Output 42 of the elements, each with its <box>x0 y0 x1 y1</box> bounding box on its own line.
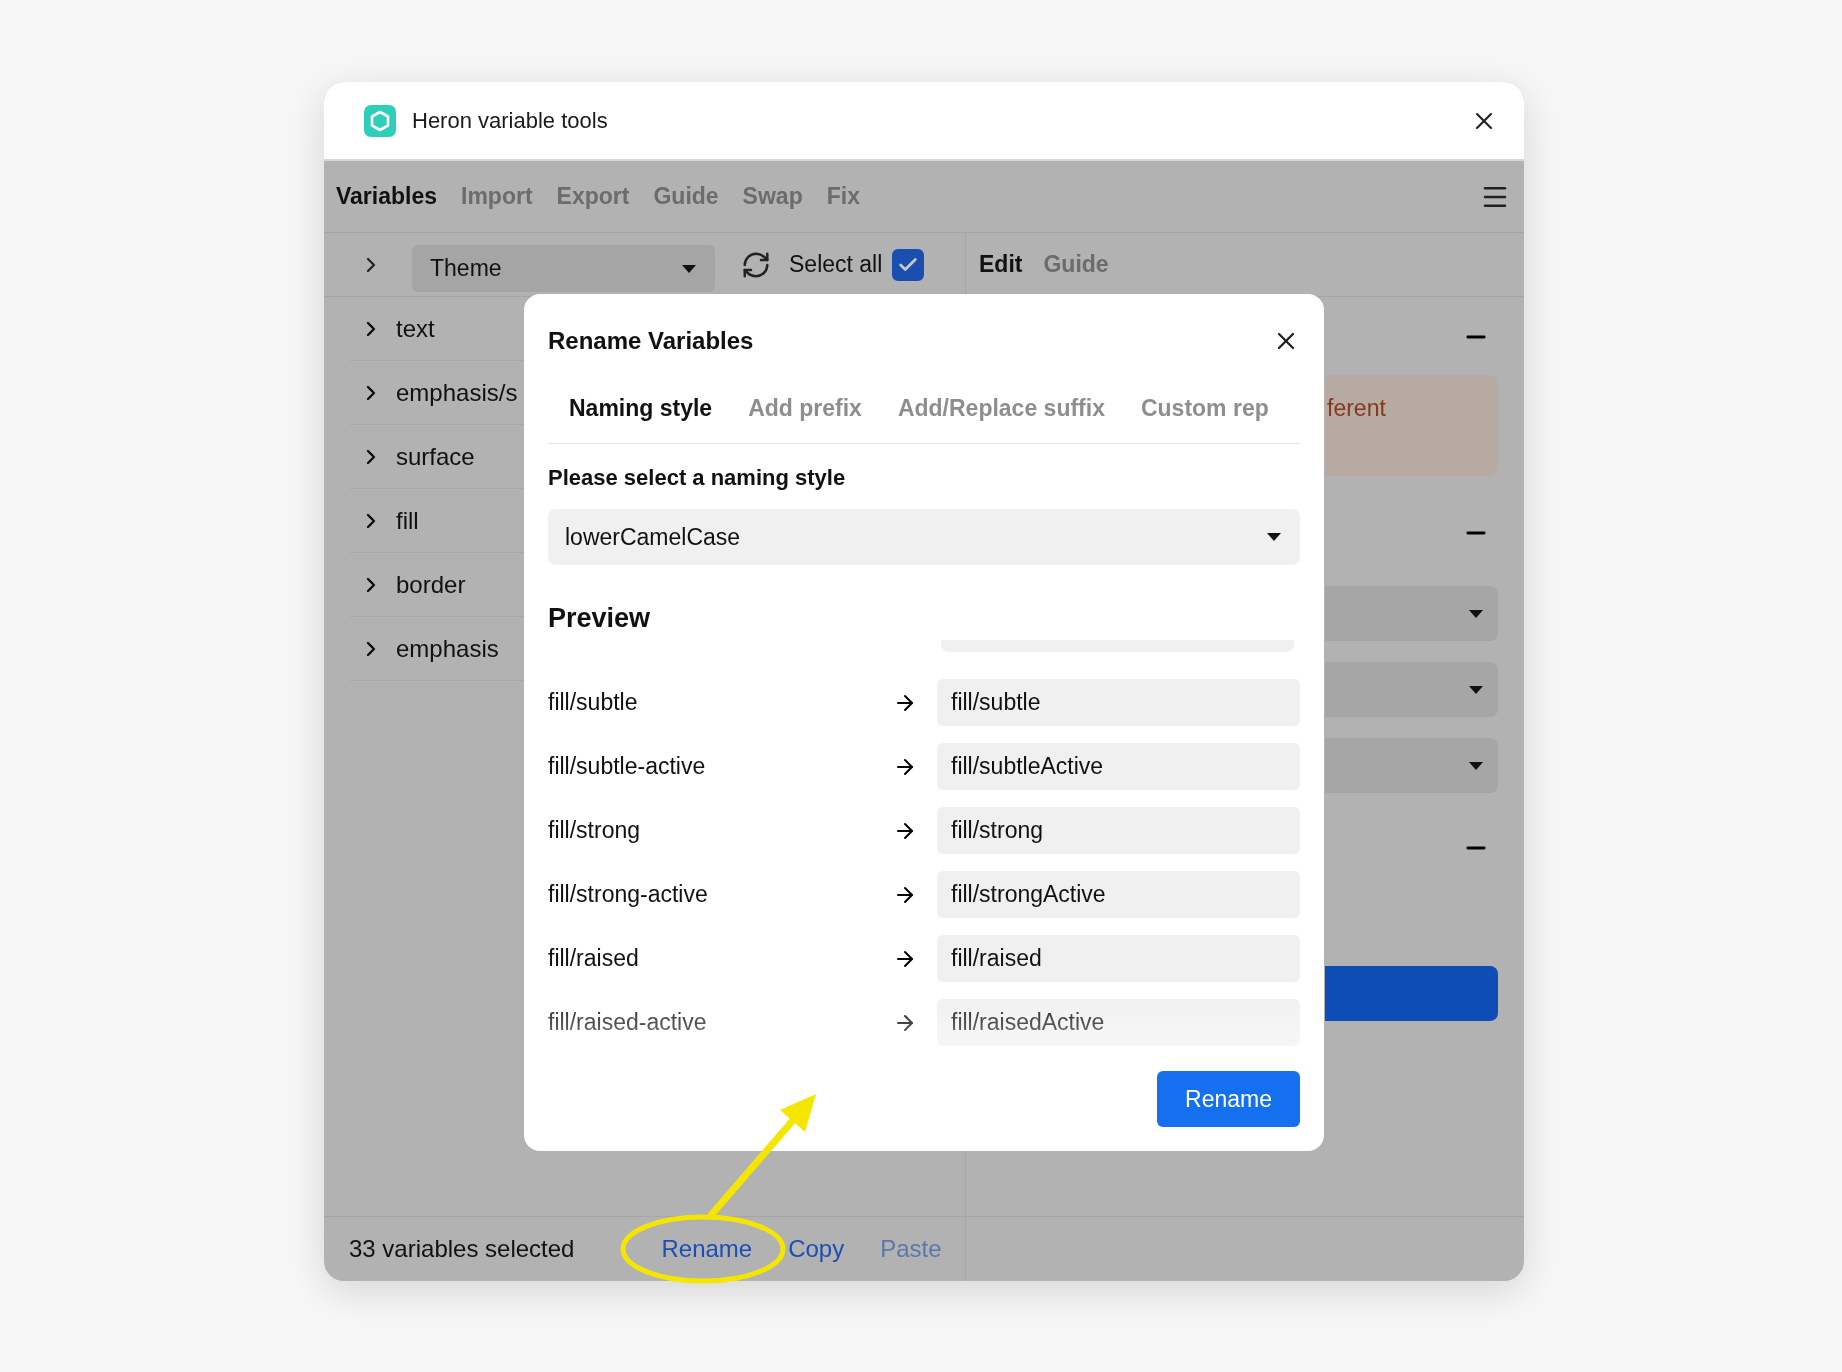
naming-style-select[interactable]: lowerCamelCase <box>548 509 1300 565</box>
rename-button[interactable]: Rename <box>1157 1071 1300 1127</box>
variable-group-name: surface <box>396 442 475 471</box>
panel-tab[interactable]: Edit <box>979 251 1023 278</box>
new-name-field[interactable]: fill/raisedActive <box>937 999 1300 1046</box>
variable-group-name: text <box>396 314 435 343</box>
variable-group-name: border <box>396 570 466 599</box>
select-all-checkbox[interactable] <box>892 249 925 281</box>
original-name: fill/subtle <box>548 689 639 716</box>
window-title: Heron variable tools <box>412 107 609 134</box>
collection-dropdown[interactable]: Theme <box>412 245 715 292</box>
action-link[interactable]: Rename <box>661 1235 753 1263</box>
variable-group-name: fill <box>396 506 419 535</box>
dialog-tab[interactable]: Naming style <box>569 395 713 422</box>
original-name: fill/subtle-active <box>548 753 707 780</box>
preview-heading: Preview <box>548 602 652 634</box>
variable-group-name: emphasis <box>396 634 499 663</box>
caret-icon <box>1468 760 1484 771</box>
refresh-icon <box>741 250 771 280</box>
select-all-label: Select all <box>789 251 883 278</box>
new-name-field[interactable]: fill/strong <box>937 807 1300 854</box>
original-name: fill/raised <box>548 945 640 972</box>
caret-icon <box>1468 684 1484 695</box>
new-name-field[interactable]: fill/raised <box>937 935 1300 982</box>
caret-icon <box>1468 608 1484 619</box>
app-logo-icon <box>364 104 396 137</box>
new-name-field[interactable]: fill/subtle <box>937 679 1300 726</box>
warning-notice: ferent <box>1325 375 1498 476</box>
dialog-title: Rename Variables <box>548 327 754 355</box>
refresh-button[interactable] <box>741 250 771 280</box>
selection-count: 33 variables selected <box>349 1235 575 1263</box>
original-name: fill/strong <box>548 817 642 844</box>
variable-group-name: emphasis/s <box>396 378 518 407</box>
nav-tab[interactable]: Variables <box>336 183 438 210</box>
original-name: fill/strong-active <box>548 881 709 908</box>
original-name: fill/raised-active <box>548 1009 708 1036</box>
new-name-field[interactable]: fill/subtleActive <box>937 743 1300 790</box>
new-name-field[interactable]: fill/strongActive <box>937 871 1300 918</box>
action-link[interactable]: Copy <box>788 1235 845 1263</box>
caret-icon <box>681 263 697 274</box>
caret-icon <box>1266 532 1282 542</box>
field-label: Please select a naming style <box>548 464 847 492</box>
